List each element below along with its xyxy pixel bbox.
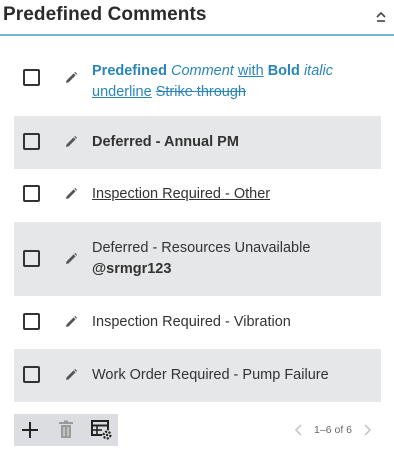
pencil-icon [66, 71, 78, 83]
comment-text-segment: Deferred - Annual PM [92, 134, 239, 150]
comment-list: Predefined Comment with Bold italic unde… [14, 50, 381, 402]
delete-button[interactable] [54, 418, 78, 442]
comment-text: Deferred - Annual PM [92, 132, 373, 153]
panel-header: Predefined Comments [0, 0, 394, 36]
row-checkbox[interactable] [23, 133, 40, 150]
comment-text: Predefined Comment with Bold italic unde… [92, 61, 373, 103]
comment-row[interactable]: Inspection Required - Other [14, 169, 381, 222]
pencil-icon [66, 135, 78, 147]
panel-title: Predefined Comments [3, 4, 207, 25]
plus-icon [22, 422, 38, 438]
comment-text-segment: Bold [267, 63, 300, 79]
pagination: 1–6 of 6 [294, 421, 372, 439]
list-toolbar [14, 414, 118, 446]
edit-comment-button[interactable] [63, 186, 79, 202]
comment-text: Inspection Required - Vibration [92, 312, 373, 333]
comment-text: Deferred - Resources Unavailable @srmgr12… [92, 238, 373, 280]
row-checkbox[interactable] [23, 366, 40, 383]
comment-row[interactable]: Work Order Required - Pump Failure [14, 349, 381, 402]
table-settings-button[interactable] [90, 418, 114, 442]
comment-text: Work Order Required - Pump Failure [92, 365, 373, 386]
comment-text-segment: with [237, 63, 264, 79]
edit-comment-button[interactable] [63, 367, 79, 383]
comment-row[interactable]: Deferred - Resources Unavailable @srmgr12… [14, 222, 381, 296]
row-checkbox[interactable] [23, 313, 40, 330]
comment-text-segment: Strike through [155, 84, 246, 100]
chevron-left-icon[interactable] [294, 423, 304, 437]
pencil-icon [66, 252, 78, 264]
comment-text-segment: Inspection Required - Vibration [92, 314, 291, 330]
pencil-icon [66, 187, 78, 199]
chevron-up-icon [376, 11, 386, 22]
comment-text: Inspection Required - Other [92, 184, 373, 205]
comment-row[interactable]: Deferred - Annual PM [14, 116, 381, 169]
row-checkbox[interactable] [23, 250, 40, 267]
collapse-button[interactable] [372, 7, 390, 27]
chevron-right-icon[interactable] [362, 423, 372, 437]
add-button[interactable] [18, 418, 42, 442]
row-checkbox[interactable] [23, 185, 40, 202]
comment-text-segment: @srmgr123 [92, 261, 172, 277]
comment-row[interactable]: Predefined Comment with Bold italic unde… [14, 50, 381, 116]
comment-row[interactable]: Inspection Required - Vibration [14, 296, 381, 349]
comment-text-segment: Deferred - Resources Unavailable [92, 240, 311, 256]
comment-text-segment: italic [303, 63, 333, 79]
trash-icon [59, 420, 73, 438]
row-checkbox[interactable] [23, 69, 40, 86]
edit-comment-button[interactable] [63, 70, 79, 86]
comment-text-segment: Work Order Required - Pump Failure [92, 367, 329, 383]
edit-comment-button[interactable] [63, 134, 79, 150]
edit-comment-button[interactable] [63, 314, 79, 330]
pagination-info: 1–6 of 6 [314, 424, 352, 436]
comment-text-segment: Comment [170, 63, 234, 79]
comment-text-segment: Inspection Required - Other [92, 186, 271, 202]
pencil-icon [66, 315, 78, 327]
table-settings-icon [91, 420, 112, 440]
edit-comment-button[interactable] [63, 251, 79, 267]
pencil-icon [66, 368, 78, 380]
comment-text-segment: Predefined [92, 63, 167, 79]
comment-text-segment: underline [92, 84, 152, 100]
